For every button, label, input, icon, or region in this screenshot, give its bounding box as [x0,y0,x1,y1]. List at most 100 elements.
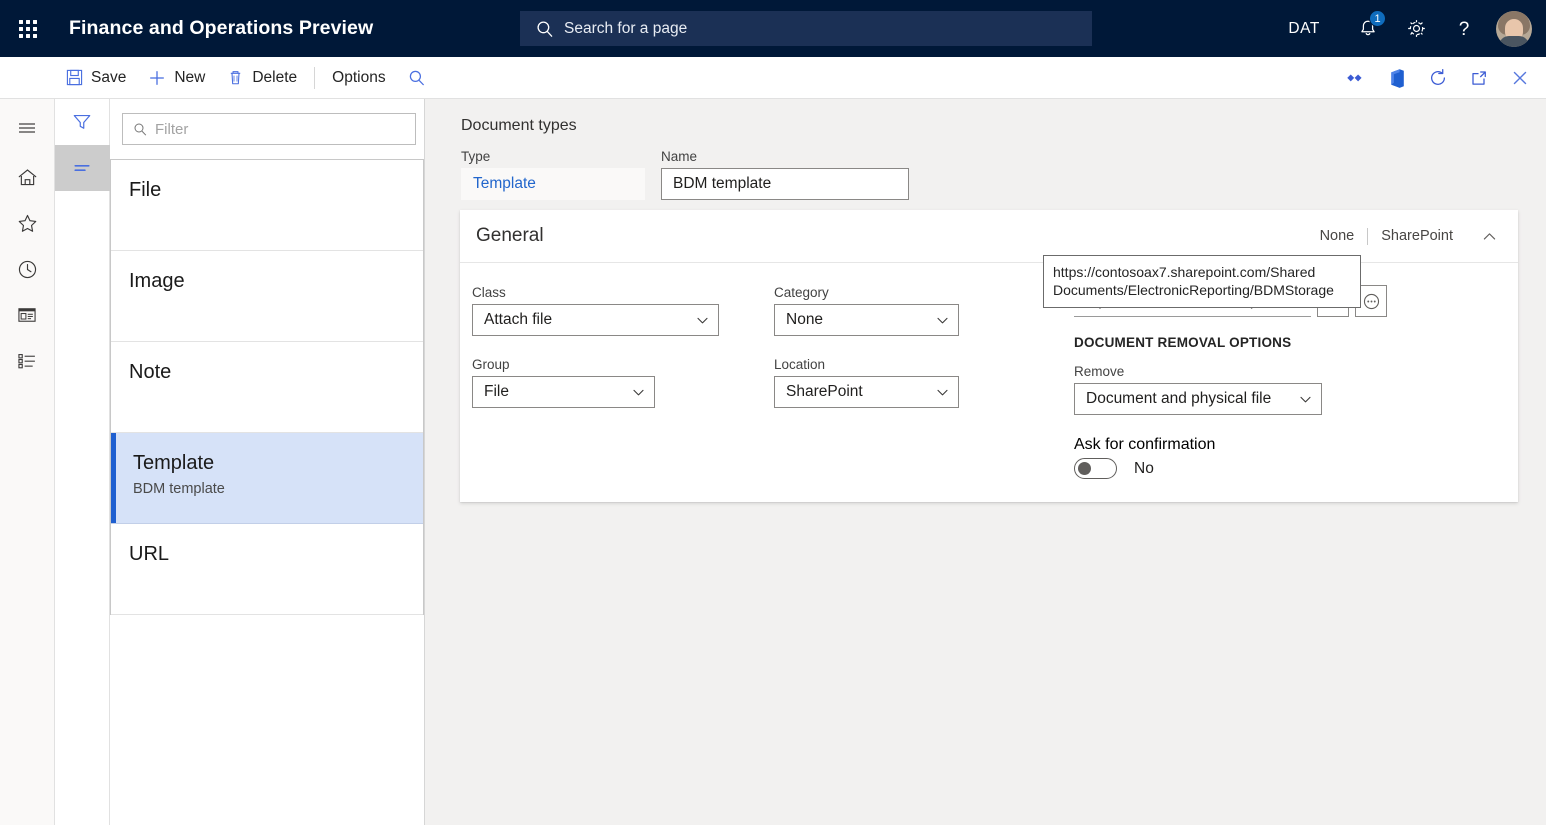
remove-field: Remove Document and physical file [1074,364,1394,415]
class-dropdown[interactable]: Attach file [472,304,719,336]
header-fields: Type Template Name BDM template [461,149,1546,200]
chevron-down-icon [935,313,950,328]
user-avatar[interactable] [1496,10,1532,47]
collapse-section-button[interactable] [1474,221,1504,251]
list-item-file[interactable]: File [111,160,423,251]
column-class-group: Class Attach file Group File [472,285,774,479]
office-logo-icon[interactable] [1376,57,1417,99]
category-label: Category [774,285,829,300]
action-search-button[interactable] [397,57,437,99]
document-removal-options-header: DOCUMENT REMOVAL OPTIONS [1074,335,1292,350]
url-tooltip: https://contosoax7.sharepoint.com/Shared… [1043,255,1361,308]
hamburger-menu-icon [19,123,35,133]
filter-funnel-icon [73,114,91,129]
filter-input-wrapper[interactable] [122,113,416,145]
search-icon [536,20,554,38]
chevron-down-icon [631,385,646,400]
notifications-button[interactable]: 1 [1344,0,1392,57]
name-input[interactable]: BDM template [661,168,909,200]
list-item-image[interactable]: Image [111,251,423,342]
navigation-rail [0,99,55,825]
close-button[interactable] [1499,57,1540,99]
svg-text:?: ? [1459,19,1470,40]
refresh-icon[interactable] [1417,57,1458,99]
list-item-url[interactable]: URL [111,524,423,615]
general-section-title: General [476,225,544,246]
delete-button[interactable]: Delete [216,57,308,99]
delete-label: Delete [252,68,298,86]
list-item-title: Note [129,361,172,383]
hamburger-menu-button[interactable] [0,105,55,151]
list-item-title: URL [129,543,170,565]
ask-confirmation-value: No [1134,459,1154,477]
document-type-list-panel: File Image Note Template BDM template UR… [110,99,425,825]
name-label: Name [661,149,698,164]
application-window: Finance and Operations Preview Search fo… [0,0,1546,825]
save-button[interactable]: Save [55,57,137,99]
recent-button[interactable] [0,246,55,292]
category-dropdown[interactable]: None [774,304,959,336]
save-label: Save [91,68,127,86]
ask-confirmation-row: No [1074,458,1394,479]
home-icon [18,168,36,185]
workspaces-button[interactable] [0,292,55,338]
app-launcher-button[interactable] [0,0,56,57]
action-bar: Save New Delete Options [0,57,1546,99]
list-view-button[interactable] [54,145,110,191]
type-value-link[interactable]: Template [461,168,645,200]
company-selector[interactable]: DAT [1288,20,1320,38]
filter-pane-button[interactable] [55,99,110,145]
trash-icon [227,69,244,86]
chevron-down-icon [695,313,710,328]
search-placeholder: Search for a page [564,19,688,37]
action-search-icon [408,69,426,87]
action-bar-right-icons [1335,57,1540,99]
list-item-template[interactable]: Template BDM template [111,433,423,524]
notification-count-badge: 1 [1369,10,1386,27]
ask-confirmation-toggle[interactable] [1074,458,1117,479]
personalize-icon[interactable] [1335,57,1376,99]
favorites-star-icon [18,214,36,232]
list-item-note[interactable]: Note [111,342,423,433]
location-value: SharePoint [786,383,863,400]
main-content-area: Document types Type Template Name BDM te… [425,99,1546,825]
location-label: Location [774,357,826,372]
filter-strip [54,99,110,825]
options-button[interactable]: Options [321,57,396,99]
list-item-title: Template [133,452,215,474]
document-type-list[interactable]: File Image Note Template BDM template UR… [110,159,424,825]
ask-confirmation-field: Ask for confirmation No [1074,436,1394,479]
remove-label: Remove [1074,364,1125,379]
modules-list-icon [18,354,35,369]
general-section-card: General None SharePoint Class Attach fil… [460,210,1518,502]
help-button[interactable]: ? [1440,0,1488,57]
toggle-knob [1078,462,1091,475]
ellipsis-circle-icon [1363,293,1379,309]
ask-confirmation-label: Ask for confirmation [1074,436,1216,453]
home-button[interactable] [0,154,55,200]
gear-icon [1407,20,1425,37]
class-field: Class Attach file [472,285,774,336]
list-item-title: File [129,179,162,201]
filter-search-icon [133,122,148,137]
location-dropdown[interactable]: SharePoint [774,376,959,408]
remove-dropdown[interactable]: Document and physical file [1074,383,1322,415]
summary-location: SharePoint [1381,228,1453,244]
chevron-down-icon [1298,392,1313,407]
type-field-group: Type Template [461,149,645,200]
group-dropdown[interactable]: File [472,376,655,408]
filter-input[interactable] [155,120,415,138]
global-search-box[interactable]: Search for a page [520,11,1092,46]
page-title: Document types [461,117,577,134]
new-button[interactable]: New [137,57,216,99]
options-label: Options [332,68,386,86]
type-label: Type [461,149,491,164]
settings-button[interactable] [1392,0,1440,57]
category-field: Category None [774,285,1074,336]
recent-clock-icon [18,260,36,278]
summary-category: None [1319,228,1355,244]
modules-button[interactable] [0,338,55,384]
favorites-button[interactable] [0,200,55,246]
top-bar-right-cluster: DAT 1 ? [1288,0,1546,57]
open-in-new-window-icon[interactable] [1458,57,1499,99]
